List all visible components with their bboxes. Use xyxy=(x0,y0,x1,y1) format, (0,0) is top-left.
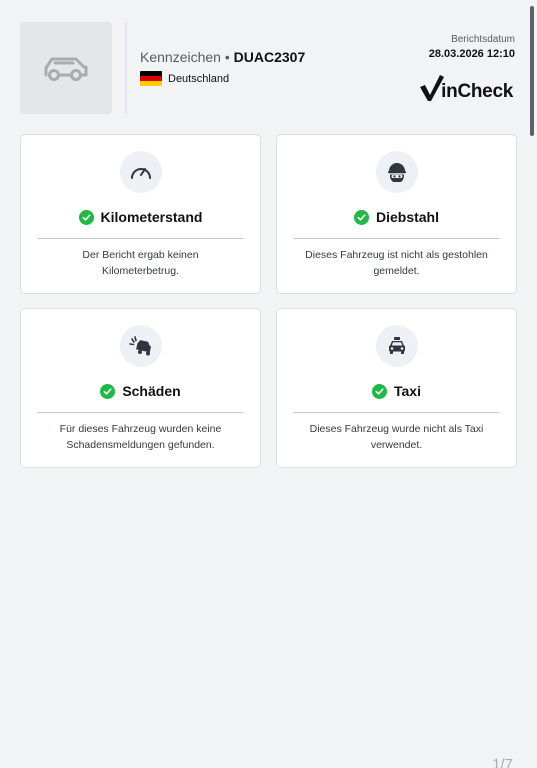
icon-badge xyxy=(119,325,162,367)
card-divider xyxy=(293,412,500,413)
card-divider xyxy=(37,238,244,239)
plate-separator: • xyxy=(224,49,230,65)
scrollbar[interactable] xyxy=(530,6,534,136)
country-row: Deutschland xyxy=(140,71,305,86)
card-text: Der Bericht ergab keinen Kilometerbetrug… xyxy=(82,249,199,277)
card-schaeden: Schäden Für dieses Fahrzeug wurden keine… xyxy=(20,308,261,468)
card-title-text: Taxi xyxy=(394,383,421,399)
car-crash-icon xyxy=(128,336,151,356)
icon-badge xyxy=(375,325,418,367)
card-divider xyxy=(293,238,500,239)
card-title: Diebstahl xyxy=(277,209,516,225)
vincheck-logo: inCheck xyxy=(419,74,513,102)
check-icon xyxy=(78,209,94,225)
plate-block: Kennzeichen • DUAC2307 Deutschland xyxy=(140,49,305,86)
card-title: Kilometerstand xyxy=(21,209,260,225)
vehicle-thumbnail xyxy=(20,22,112,114)
report-date-block: Berichtsdatum 28.03.2026 12:10 xyxy=(429,34,515,60)
check-icon xyxy=(372,383,387,399)
card-title-text: Schäden xyxy=(122,383,181,399)
card-taxi: Taxi Dieses Fahrzeug wurde nicht als Tax… xyxy=(276,308,517,468)
icon-badge xyxy=(119,151,162,193)
report-page: Kennzeichen • DUAC2307 Deutschland Beric… xyxy=(0,0,537,768)
card-text: Für dieses Fahrzeug wurden keine Schaden… xyxy=(59,423,222,451)
card-title-text: Diebstahl xyxy=(375,209,439,225)
logo-text: inCheck xyxy=(441,81,513,102)
card-diebstahl: Diebstahl Dieses Fahrzeug ist nicht als … xyxy=(276,134,517,294)
country-name: Deutschland xyxy=(168,72,230,85)
plate-label: Kennzeichen xyxy=(140,49,221,65)
card-divider xyxy=(37,412,244,413)
check-icon xyxy=(353,209,369,225)
card-title: Taxi xyxy=(277,383,516,399)
card-title: Schäden xyxy=(21,383,260,399)
card-title-text: Kilometerstand xyxy=(100,209,203,225)
header-divider xyxy=(125,22,127,114)
thief-icon xyxy=(387,163,406,182)
date-label: Berichtsdatum xyxy=(451,34,515,45)
card-text: Dieses Fahrzeug wurde nicht als Taxi ver… xyxy=(309,423,484,451)
card-kilometerstand: Kilometerstand Der Bericht ergab keinen … xyxy=(20,134,261,294)
report-header: Kennzeichen • DUAC2307 Deutschland Beric… xyxy=(20,22,517,114)
plate-line: Kennzeichen • DUAC2307 xyxy=(140,49,305,65)
taxi-icon xyxy=(388,337,405,354)
car-outline-icon xyxy=(44,57,88,81)
page-indicator: 1/7 xyxy=(492,756,513,768)
germany-flag-icon xyxy=(140,71,162,86)
check-icon xyxy=(100,383,116,399)
date-value: 28.03.2026 12:10 xyxy=(428,48,515,60)
plate-number: DUAC2307 xyxy=(233,49,306,65)
icon-badge xyxy=(375,151,418,193)
card-text: Dieses Fahrzeug ist nicht als gestohlen … xyxy=(305,249,488,277)
speedometer-icon xyxy=(130,168,151,179)
